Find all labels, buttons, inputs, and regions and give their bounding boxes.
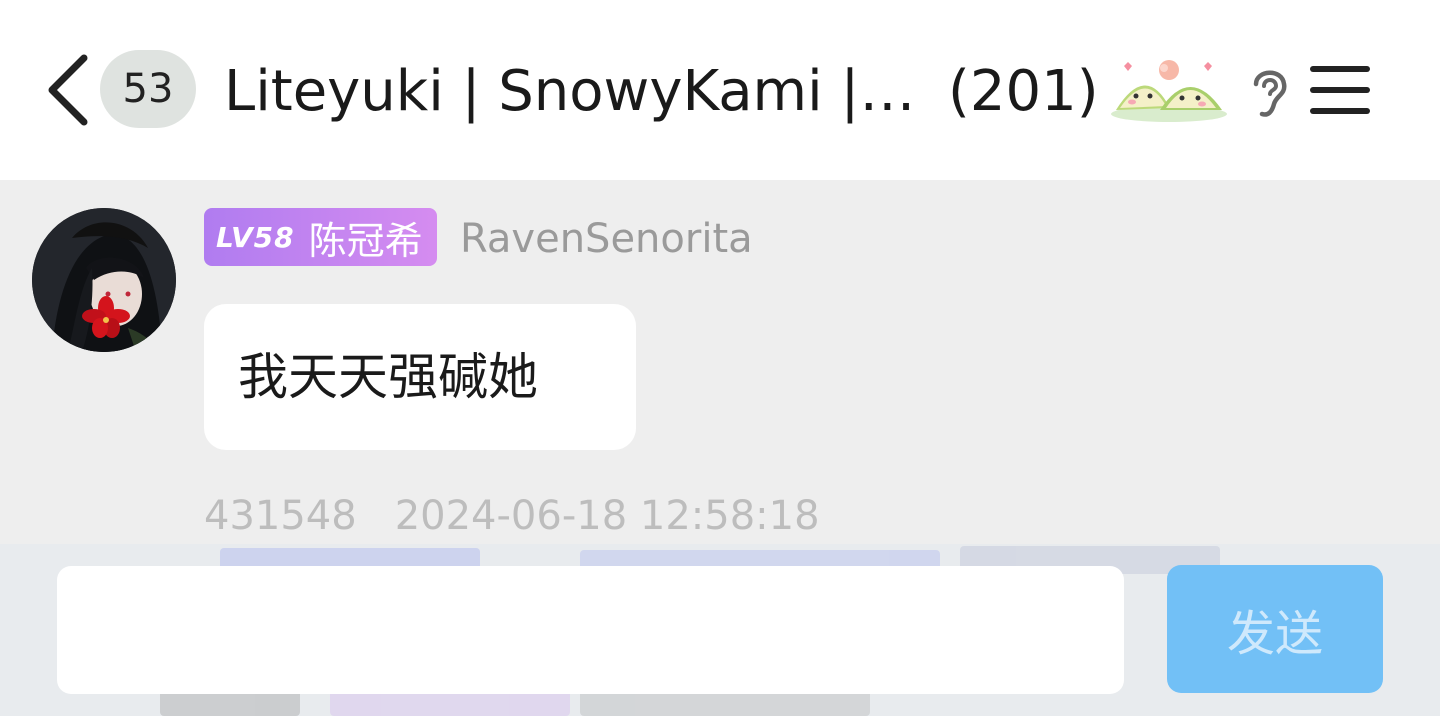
chat-header: 53 Liteyuki | SnowyKami |… (201) bbox=[0, 0, 1440, 180]
message-composer: 发送 bbox=[0, 544, 1440, 716]
message-input[interactable] bbox=[57, 566, 1124, 694]
message-bubble[interactable]: 我天天强碱她 bbox=[204, 304, 636, 450]
message-meta: 431548 2024-06-18 12:58:18 bbox=[204, 488, 820, 544]
chat-screen: 53 Liteyuki | SnowyKami |… (201) LV58 陈冠… bbox=[0, 0, 1440, 716]
menu-icon[interactable] bbox=[1308, 62, 1372, 118]
avatar[interactable] bbox=[32, 208, 176, 352]
member-count: (201) bbox=[948, 59, 1099, 124]
sender-name[interactable]: RavenSenorita bbox=[460, 210, 753, 268]
message-timestamp: 2024-06-18 12:58:18 bbox=[394, 493, 820, 539]
ear-icon[interactable] bbox=[1244, 62, 1294, 122]
level-text: LV58 bbox=[216, 220, 295, 254]
send-button[interactable]: 发送 bbox=[1167, 565, 1383, 693]
unread-count-badge[interactable]: 53 bbox=[100, 50, 196, 128]
back-arrow-icon[interactable] bbox=[40, 50, 94, 130]
group-title[interactable]: Liteyuki | SnowyKami |… bbox=[224, 52, 924, 132]
member-level-badge: LV58 陈冠希 bbox=[204, 208, 437, 266]
dumpling-sticker-icon bbox=[1111, 60, 1227, 122]
sender-id: 431548 bbox=[204, 493, 357, 539]
member-title: 陈冠希 bbox=[308, 218, 423, 263]
